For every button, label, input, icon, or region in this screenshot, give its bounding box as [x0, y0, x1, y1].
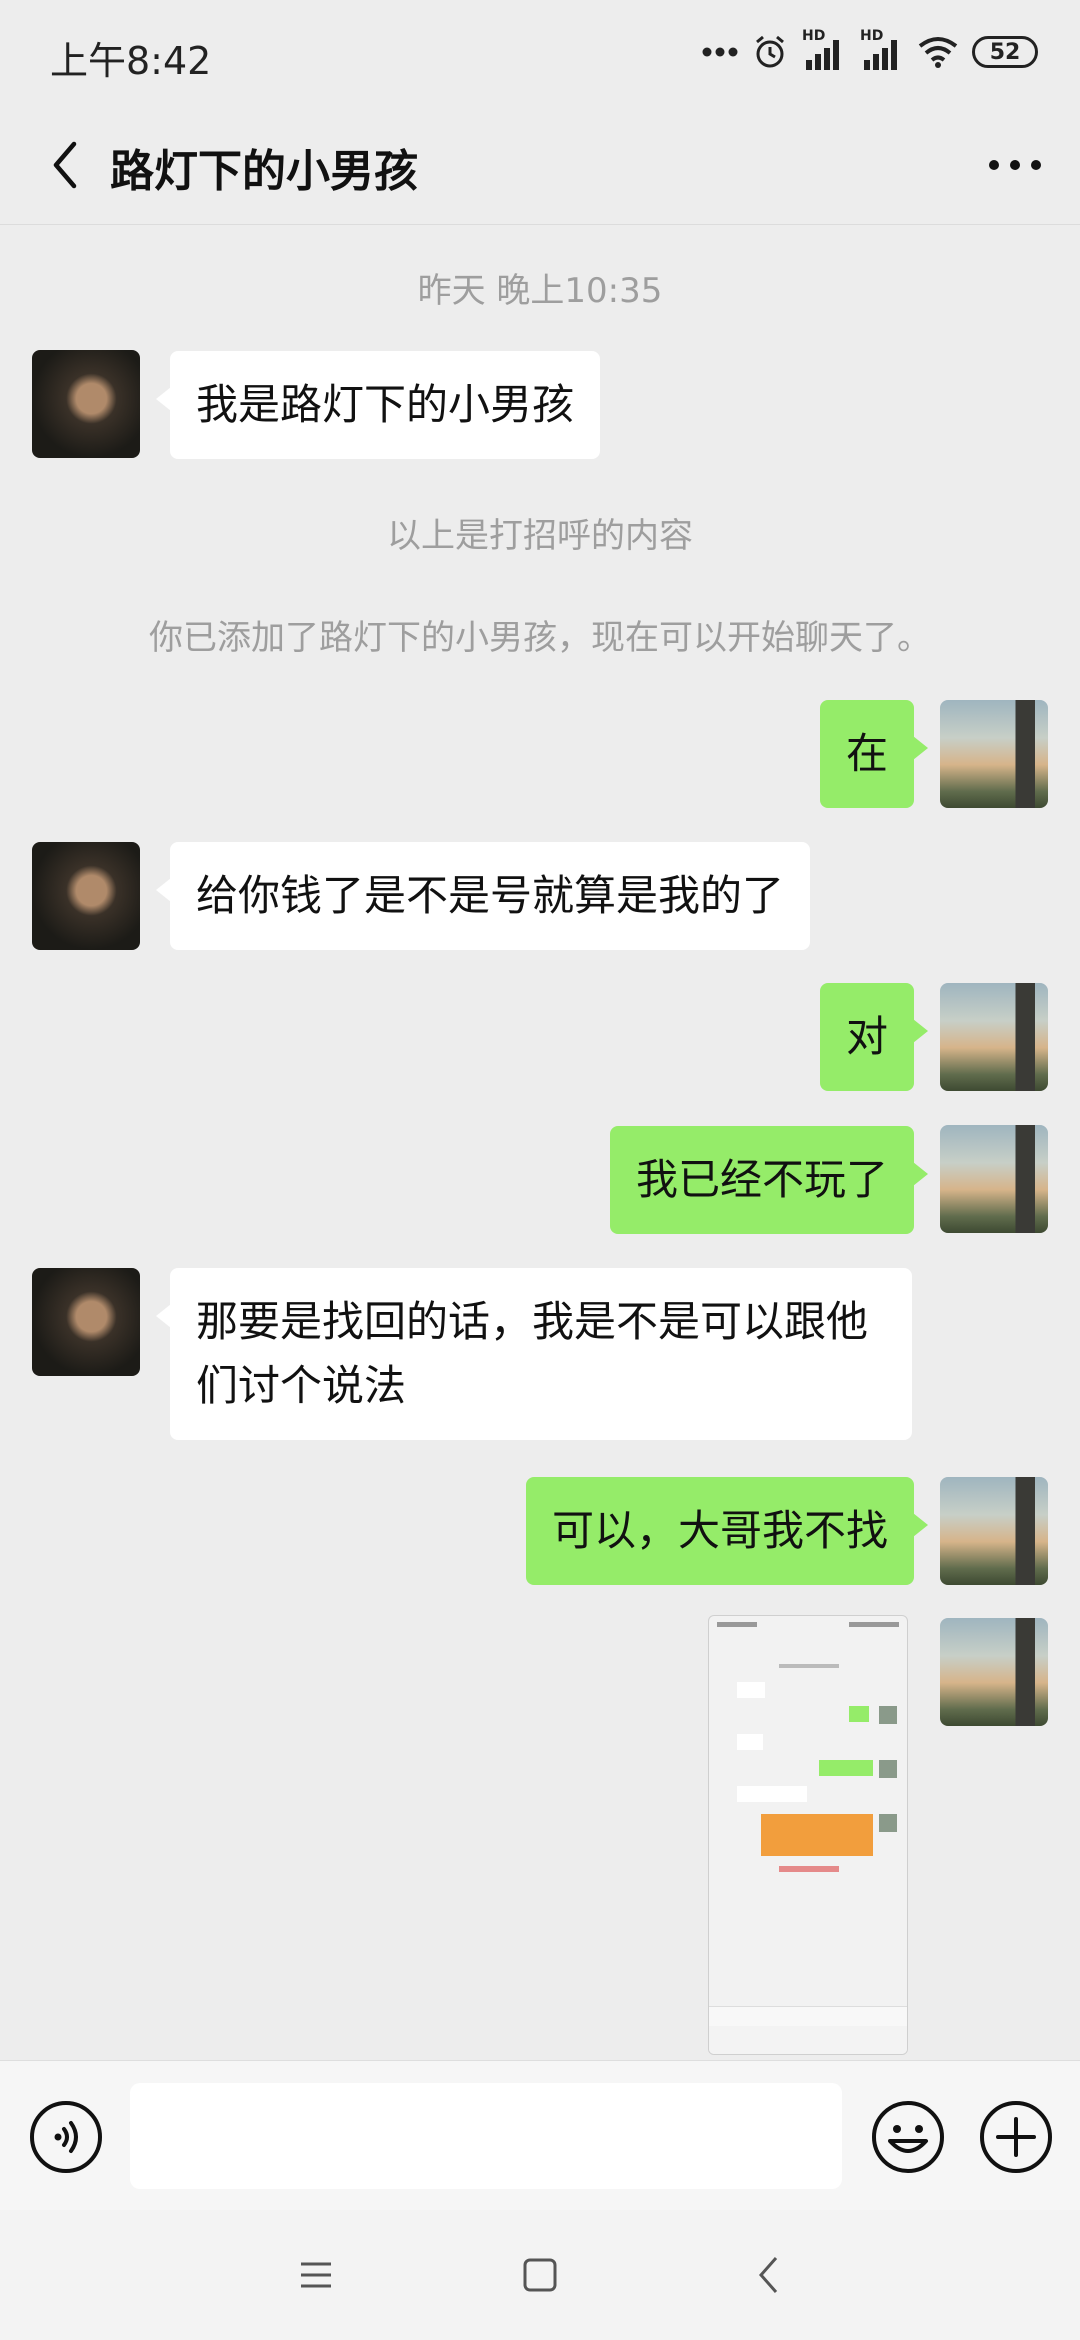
input-bar	[0, 2060, 1080, 2210]
voice-button[interactable]	[28, 2099, 104, 2175]
chat-header: 路灯下的小男孩	[0, 105, 1080, 225]
battery-indicator: 52	[972, 36, 1038, 68]
home-icon	[523, 2258, 557, 2292]
status-time: 上午8:42	[50, 39, 212, 83]
friend-added-note: 你已添加了路灯下的小男孩，现在可以开始聊天了。	[149, 618, 931, 658]
nav-back-icon	[758, 2257, 778, 2293]
nav-home-button[interactable]	[510, 2250, 570, 2300]
received-message[interactable]: 我是路灯下的小男孩	[155, 351, 601, 459]
status-icons: HD HD 52	[702, 28, 1038, 74]
chevron-left-icon	[53, 141, 77, 189]
sent-message[interactable]: 对	[819, 983, 929, 1091]
message-input[interactable]	[130, 2083, 842, 2189]
greeting-note: 以上是打招呼的内容	[387, 516, 693, 556]
nav-menu-button[interactable]	[286, 2250, 346, 2300]
status-bar: 上午8:42 HD HD 52	[0, 0, 1080, 105]
emoji-button[interactable]	[870, 2099, 946, 2175]
wifi-icon	[918, 37, 958, 68]
plus-icon	[980, 2101, 1052, 2173]
my-avatar[interactable]	[940, 1125, 1048, 1233]
system-nav-bar	[0, 2210, 1080, 2340]
more-notifications-icon	[702, 47, 738, 57]
received-message[interactable]: 那要是找回的话，我是不是可以跟他们讨个说法	[156, 1268, 912, 1440]
contact-avatar[interactable]	[32, 842, 140, 950]
hd-label-1: HD	[802, 28, 826, 44]
my-avatar[interactable]	[940, 1477, 1048, 1585]
back-button[interactable]	[30, 130, 100, 200]
emoji-icon	[872, 2101, 944, 2173]
sent-message[interactable]: 可以，大哥我不找	[525, 1477, 929, 1585]
image-message-screenshot[interactable]	[708, 1615, 908, 2055]
menu-icon	[301, 2262, 331, 2288]
more-functions-button[interactable]	[978, 2099, 1054, 2175]
more-button[interactable]	[980, 130, 1050, 200]
chat-title: 路灯下的小男孩	[110, 146, 418, 197]
my-avatar[interactable]	[940, 1618, 1048, 1726]
sent-message[interactable]: 我已经不玩了	[609, 1126, 929, 1234]
chat-timestamp: 昨天 晚上10:35	[417, 271, 663, 311]
signal-2-icon: HD	[860, 28, 904, 72]
received-message[interactable]: 给你钱了是不是号就算是我的了	[155, 842, 811, 950]
my-avatar[interactable]	[940, 700, 1048, 808]
more-dots-icon	[989, 160, 1041, 170]
sent-message[interactable]: 在	[819, 700, 929, 808]
voice-icon	[30, 2101, 102, 2173]
signal-1-icon: HD	[802, 28, 846, 72]
nav-back-button[interactable]	[738, 2250, 798, 2300]
chat-message-list[interactable]: 昨天 晚上10:35 我是路灯下的小男孩 以上是打招呼的内容 你已添加了路灯下的…	[0, 225, 1080, 2060]
contact-avatar[interactable]	[32, 350, 140, 458]
contact-avatar[interactable]	[32, 1268, 140, 1376]
alarm-icon	[756, 35, 784, 68]
hd-label-2: HD	[860, 28, 884, 44]
my-avatar[interactable]	[940, 983, 1048, 1091]
